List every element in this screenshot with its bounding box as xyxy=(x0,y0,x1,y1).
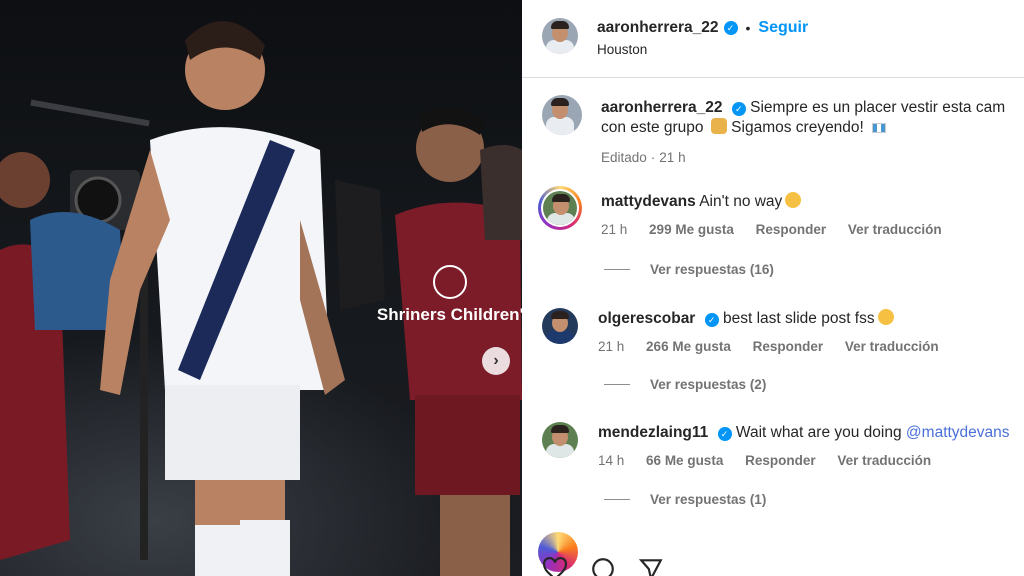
author-avatar[interactable] xyxy=(542,18,578,54)
caption-text: Siempre es un placer vestir esta cam xyxy=(750,99,1006,116)
comment: olgerescobar ✓ best last slide post fss … xyxy=(542,308,957,354)
view-replies-button[interactable]: Ver respuestas (16) xyxy=(604,262,774,277)
comment-avatar[interactable] xyxy=(542,308,578,344)
next-arrow-icon: › xyxy=(493,352,499,369)
comment-time: 21 h xyxy=(598,339,625,354)
caption-avatar[interactable] xyxy=(542,95,582,135)
comment: mattydevans Ain't no way 21 h 299 Me gus… xyxy=(538,186,960,237)
author-username[interactable]: aaronherrera_22 xyxy=(597,19,719,37)
comment-likes[interactable]: 266 Me gusta xyxy=(646,339,731,354)
post-location[interactable]: Houston xyxy=(597,42,808,57)
comment-avatar xyxy=(543,191,577,225)
follow-button[interactable]: Seguir xyxy=(758,19,808,37)
comment-icon[interactable] xyxy=(590,556,616,576)
comment-username[interactable]: olgerescobar xyxy=(598,310,695,327)
translate-button[interactable]: Ver traducción xyxy=(845,339,939,354)
caption: aaronherrera_22 ✓ Siempre es un placer v… xyxy=(542,95,1005,165)
translate-button[interactable]: Ver traducción xyxy=(837,453,931,468)
translate-button[interactable]: Ver traducción xyxy=(848,222,942,237)
story-ring[interactable] xyxy=(538,186,582,230)
grinning-emoji-icon xyxy=(877,309,894,325)
view-replies-button[interactable]: Ver respuestas (1) xyxy=(604,492,766,507)
edited-time: 21 h xyxy=(659,150,686,165)
separator-dot: • xyxy=(745,20,751,36)
mention-link[interactable]: @mattydevans xyxy=(906,424,1010,441)
comment-text: Ain't no way xyxy=(699,193,783,210)
edited-label: Editado xyxy=(601,150,647,165)
photo-illustration: Shriners Children's xyxy=(0,21,522,576)
comment-likes[interactable]: 66 Me gusta xyxy=(646,453,723,468)
heart-icon[interactable] xyxy=(542,556,568,576)
comment-likes[interactable]: 299 Me gusta xyxy=(649,222,734,237)
guatemala-flag-icon xyxy=(872,122,887,133)
verified-badge-icon: ✓ xyxy=(704,313,719,327)
shirt-text: Shriners Children's xyxy=(377,305,522,324)
caption-username[interactable]: aaronherrera_22 xyxy=(601,99,723,116)
comment-text: best last slide post fss xyxy=(722,310,875,327)
pray-emoji-icon xyxy=(710,118,727,134)
post-photo[interactable]: Shriners Children's › xyxy=(0,0,522,576)
verified-badge-icon: ✓ xyxy=(717,427,732,441)
comment-text: Wait what are you doing xyxy=(735,424,902,441)
caption-line2-tail: Sigamos creyendo! xyxy=(731,119,864,136)
comment-username[interactable]: mattydevans xyxy=(601,193,696,210)
reply-button[interactable]: Responder xyxy=(756,222,827,237)
post-header: aaronherrera_22 ✓ • Seguir Houston xyxy=(522,0,1024,78)
share-icon[interactable] xyxy=(638,556,664,576)
comment-time: 14 h xyxy=(598,453,625,468)
next-slide-button[interactable]: › xyxy=(482,347,510,375)
verified-badge-icon: ✓ xyxy=(731,102,746,116)
comment-username[interactable]: mendezlaing11 xyxy=(598,424,708,441)
comment-avatar[interactable] xyxy=(542,422,578,458)
action-bar xyxy=(542,556,664,576)
post-panel: aaronherrera_22 ✓ • Seguir Houston aaron… xyxy=(522,0,1024,576)
reply-button[interactable]: Responder xyxy=(753,339,824,354)
comment: mendezlaing11 ✓ Wait what are you doing … xyxy=(542,422,1010,468)
view-replies-button[interactable]: Ver respuestas (2) xyxy=(604,377,766,392)
comment-time: 21 h xyxy=(601,222,628,237)
laughing-emoji-icon xyxy=(785,192,802,208)
caption-line2: con este grupo xyxy=(601,119,704,136)
reply-button[interactable]: Responder xyxy=(745,453,816,468)
verified-badge-icon: ✓ xyxy=(723,21,738,35)
